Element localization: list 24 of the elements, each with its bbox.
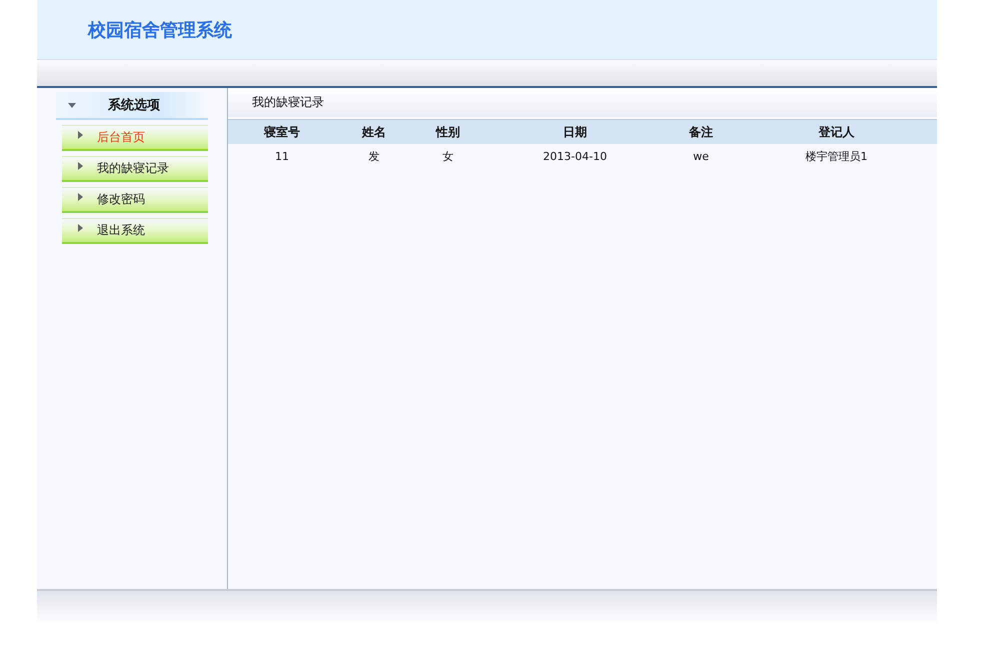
column-header: 姓名 <box>336 120 412 144</box>
column-header: 日期 <box>484 120 666 144</box>
arrow-icon <box>78 131 83 139</box>
table-cell: 2013-04-10 <box>484 144 666 168</box>
table-cell: 发 <box>336 144 412 168</box>
menu-item[interactable]: 后台首页 <box>62 125 208 151</box>
table-cell: 11 <box>228 144 336 168</box>
menu-item[interactable]: 我的缺寝记录 <box>62 156 208 182</box>
sidebar-heading-text: 系统选项 <box>108 96 160 114</box>
column-header: 性别 <box>412 120 484 144</box>
arrow-icon <box>78 162 83 170</box>
system-title: 校园宿舍管理系统 <box>88 18 232 42</box>
table-cell: 女 <box>412 144 484 168</box>
menu-item[interactable]: 修改密码 <box>62 187 208 213</box>
arrow-icon <box>78 224 83 232</box>
table-cell: 楼宇管理员1 <box>736 144 937 168</box>
sidebar-heading[interactable]: 系统选项 <box>56 92 208 120</box>
arrow-icon <box>78 193 83 201</box>
menu-item[interactable]: 退出系统 <box>62 218 208 244</box>
content-title: 我的缺寝记录 <box>252 94 324 111</box>
table-cell: we <box>666 144 736 168</box>
column-header: 登记人 <box>736 120 937 144</box>
column-header: 备注 <box>666 120 736 144</box>
column-header: 寝室号 <box>228 120 336 144</box>
